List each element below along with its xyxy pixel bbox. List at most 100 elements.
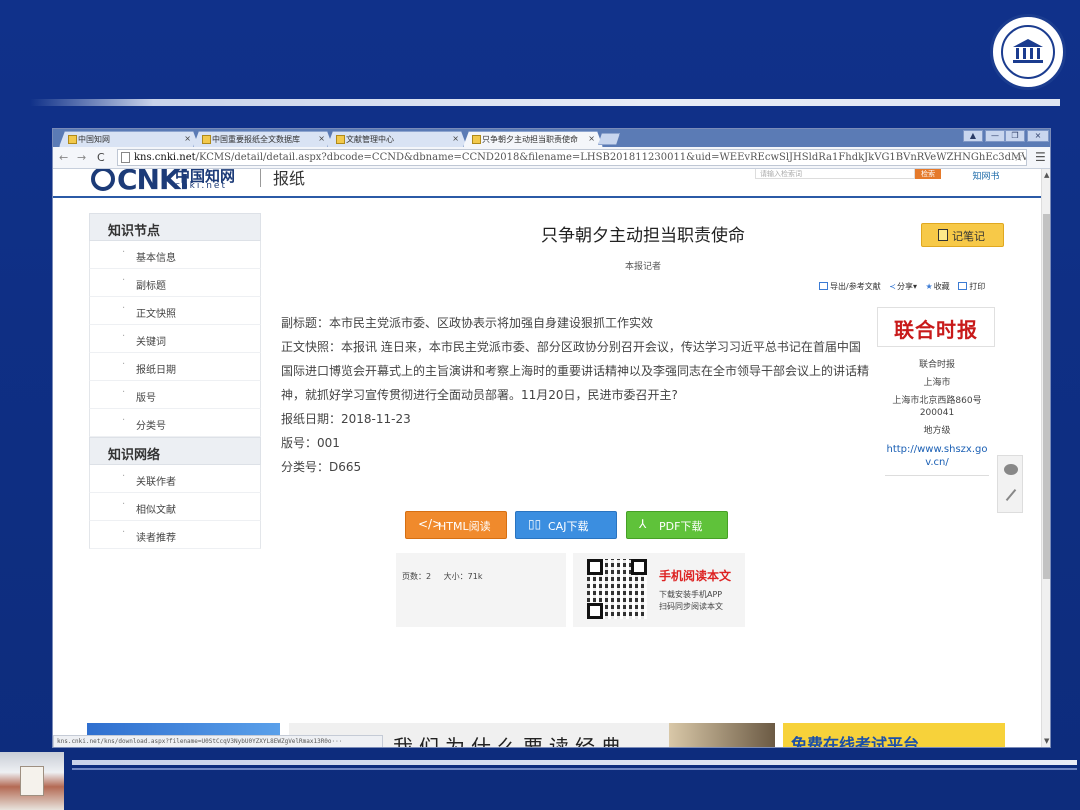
header-divider: [53, 196, 1041, 198]
page-icon: [121, 152, 130, 163]
publisher-url-link[interactable]: http://www.shszx.gov.cn/: [885, 443, 989, 469]
status-bar: kns.cnki.net/kns/download.aspx?filename=…: [53, 735, 383, 747]
publisher-level: 地方级: [923, 426, 951, 436]
cnki-favicon-icon: [68, 135, 77, 144]
reload-icon[interactable]: C: [97, 151, 105, 164]
sidebar-item-related-authors[interactable]: 关联作者: [89, 465, 261, 493]
sidebar-item-keywords[interactable]: 关键词: [89, 325, 261, 353]
share-link[interactable]: ≺分享▾: [889, 282, 917, 291]
caj-download-button[interactable]: ▯▯ CAJ下载: [515, 511, 617, 539]
profile-button[interactable]: ▲: [963, 130, 983, 142]
address-bar: ← → C kns.cnki.net/KCMS/detail/detail.as…: [53, 147, 1050, 169]
minimize-button[interactable]: —: [985, 130, 1005, 142]
page-count: 页数：2: [402, 572, 432, 581]
browser-window: 中国知网 × 中国重要报纸全文数据库 × 文献管理中心 × 只争朝夕主动担当职责使命 ×…: [52, 128, 1051, 748]
close-icon[interactable]: ×: [184, 134, 191, 143]
article-snapshot: 正文快照：本报讯 连日来，本市民主党派市委、部分区政协分别召开会议，传达学习习近…: [281, 340, 870, 402]
mobile-read-panel: 手机阅读本文 下载安装手机APP 扫码同步阅读本文: [573, 553, 745, 627]
file-size: 大小：71k: [443, 572, 483, 581]
bookmark-star-icon[interactable]: ☆: [1013, 150, 1024, 164]
menu-icon[interactable]: ☰: [1035, 150, 1046, 164]
slide-bottom-rule-thin: [72, 768, 1077, 770]
sidebar-item-reader-recommend[interactable]: 读者推荐: [89, 521, 261, 549]
app-logo[interactable]: 知网书: [971, 169, 1001, 182]
share-icon: ≺: [889, 282, 896, 291]
publisher-name: 联合时报: [918, 360, 955, 370]
sidebar-section-knowledge-nodes: 知识节点: [89, 213, 261, 241]
window-close-button[interactable]: ×: [1027, 130, 1049, 142]
notebook-icon: [938, 229, 948, 241]
sidebar-item-classification[interactable]: 分类号: [89, 409, 261, 437]
tab-article[interactable]: 只争朝夕主动担当职责使命 ×: [463, 131, 603, 147]
forward-arrow-icon[interactable]: →: [77, 151, 86, 164]
cnki-favicon-icon: [202, 135, 211, 144]
pdf-icon: ⅄: [639, 517, 647, 531]
cnki-favicon-icon: [472, 135, 481, 144]
close-icon[interactable]: ×: [452, 134, 459, 143]
new-tab-button[interactable]: [598, 133, 620, 145]
article-subtitle: 副标题：本市民主党派市委、区政协表示将加强自身建设狠抓工作实效: [281, 316, 654, 330]
article-edition: 版号：001: [281, 436, 340, 450]
comment-icon[interactable]: [1004, 464, 1018, 475]
cnki-logo[interactable]: CNKi: [91, 169, 189, 196]
channel-title: 报纸: [273, 169, 306, 188]
pencil-icon[interactable]: [1005, 488, 1017, 502]
article-actions: 导出/参考文献 ≺分享▾ ★收藏 打印: [813, 281, 985, 292]
html-read-button[interactable]: </> HTML阅读: [405, 511, 507, 539]
scroll-down-icon[interactable]: ▼: [1044, 737, 1049, 745]
publisher-logo[interactable]: 联合时报: [877, 307, 995, 347]
tab-bar: 中国知网 × 中国重要报纸全文数据库 × 文献管理中心 × 只争朝夕主动担当职责使命 ×…: [53, 129, 1050, 147]
ad-banner-exam[interactable]: 免费在线考试平台: [783, 723, 1005, 747]
maximize-button[interactable]: ❐: [1005, 130, 1025, 142]
sidebar-item-date[interactable]: 报纸日期: [89, 353, 261, 381]
article-author[interactable]: 本报记者: [283, 259, 1003, 272]
search-input[interactable]: 请输入检索词: [755, 169, 915, 179]
back-arrow-icon[interactable]: ←: [59, 151, 68, 164]
pdf-download-button[interactable]: ⅄ PDF下载: [626, 511, 728, 539]
sidebar-item-subtitle[interactable]: 副标题: [89, 269, 261, 297]
slide-top-rule: [30, 99, 1060, 106]
tab-cnki-home[interactable]: 中国知网 ×: [59, 131, 199, 147]
search-button[interactable]: 检索: [915, 169, 941, 179]
book-icon: ▯▯: [528, 517, 542, 531]
feedback-toolbar: [997, 455, 1023, 513]
take-note-button[interactable]: 记笔记: [921, 223, 1004, 247]
close-icon[interactable]: ×: [588, 134, 595, 143]
code-icon: </>: [418, 517, 443, 531]
scroll-up-icon[interactable]: ▲: [1044, 171, 1049, 179]
export-link[interactable]: 导出/参考文献: [819, 282, 881, 291]
tab-literature-manager[interactable]: 文献管理中心 ×: [327, 131, 467, 147]
url-input[interactable]: kns.cnki.net/KCMS/detail/detail.aspx?dbc…: [117, 149, 1027, 166]
printer-icon: [958, 282, 968, 290]
article-body: 副标题：本市民主党派市委、区政协表示将加强自身建设狠抓工作实效 正文快照：本报讯…: [281, 311, 871, 479]
article-date: 报纸日期：2018-11-23: [281, 412, 411, 426]
sidebar-item-snapshot[interactable]: 正文快照: [89, 297, 261, 325]
sidebar-item-edition[interactable]: 版号: [89, 381, 261, 409]
article-classification: 分类号：D665: [281, 460, 362, 474]
cnki-favicon-icon: [336, 135, 345, 144]
publisher-city: 上海市: [923, 378, 951, 388]
export-icon: [819, 282, 828, 290]
star-icon: ★: [925, 282, 933, 291]
university-seal-icon: [990, 14, 1066, 90]
sidebar-section-knowledge-network: 知识网络: [89, 437, 261, 465]
header-separator: [260, 169, 261, 187]
favorite-link[interactable]: ★收藏: [926, 282, 950, 291]
sidebar-item-basic-info[interactable]: 基本信息: [89, 241, 261, 269]
close-icon[interactable]: ×: [318, 134, 325, 143]
publisher-card: 联合时报 联合时报 上海市 上海市北京西路860号200041 地方级 http…: [877, 307, 995, 476]
campus-photo: [0, 752, 64, 810]
publisher-address: 上海市北京西路860号200041: [892, 396, 982, 418]
sidebar: 知识节点 基本信息 副标题 正文快照 关键词 报纸日期 版号 分类号 知识网络 …: [89, 213, 261, 549]
article-title: 只争朝夕主动担当职责使命: [541, 226, 745, 246]
sidebar-item-similar-docs[interactable]: 相似文献: [89, 493, 261, 521]
publisher-divider: [885, 475, 989, 476]
page-content: CNKi 中国知网 cnki.net 报纸 请输入检索词 检索 知网书 知识节点…: [53, 169, 1041, 747]
mobile-read-instructions: 下载安装手机APP 扫码同步阅读本文: [659, 590, 723, 611]
page-scrollbar[interactable]: ▲ ▼: [1041, 169, 1050, 747]
scroll-thumb[interactable]: [1043, 214, 1050, 579]
tab-newspaper-db[interactable]: 中国重要报纸全文数据库 ×: [193, 131, 333, 147]
file-info: 页数：2 大小：71k: [396, 553, 566, 627]
print-link[interactable]: 打印: [958, 282, 985, 291]
mobile-read-title: 手机阅读本文: [659, 569, 732, 583]
